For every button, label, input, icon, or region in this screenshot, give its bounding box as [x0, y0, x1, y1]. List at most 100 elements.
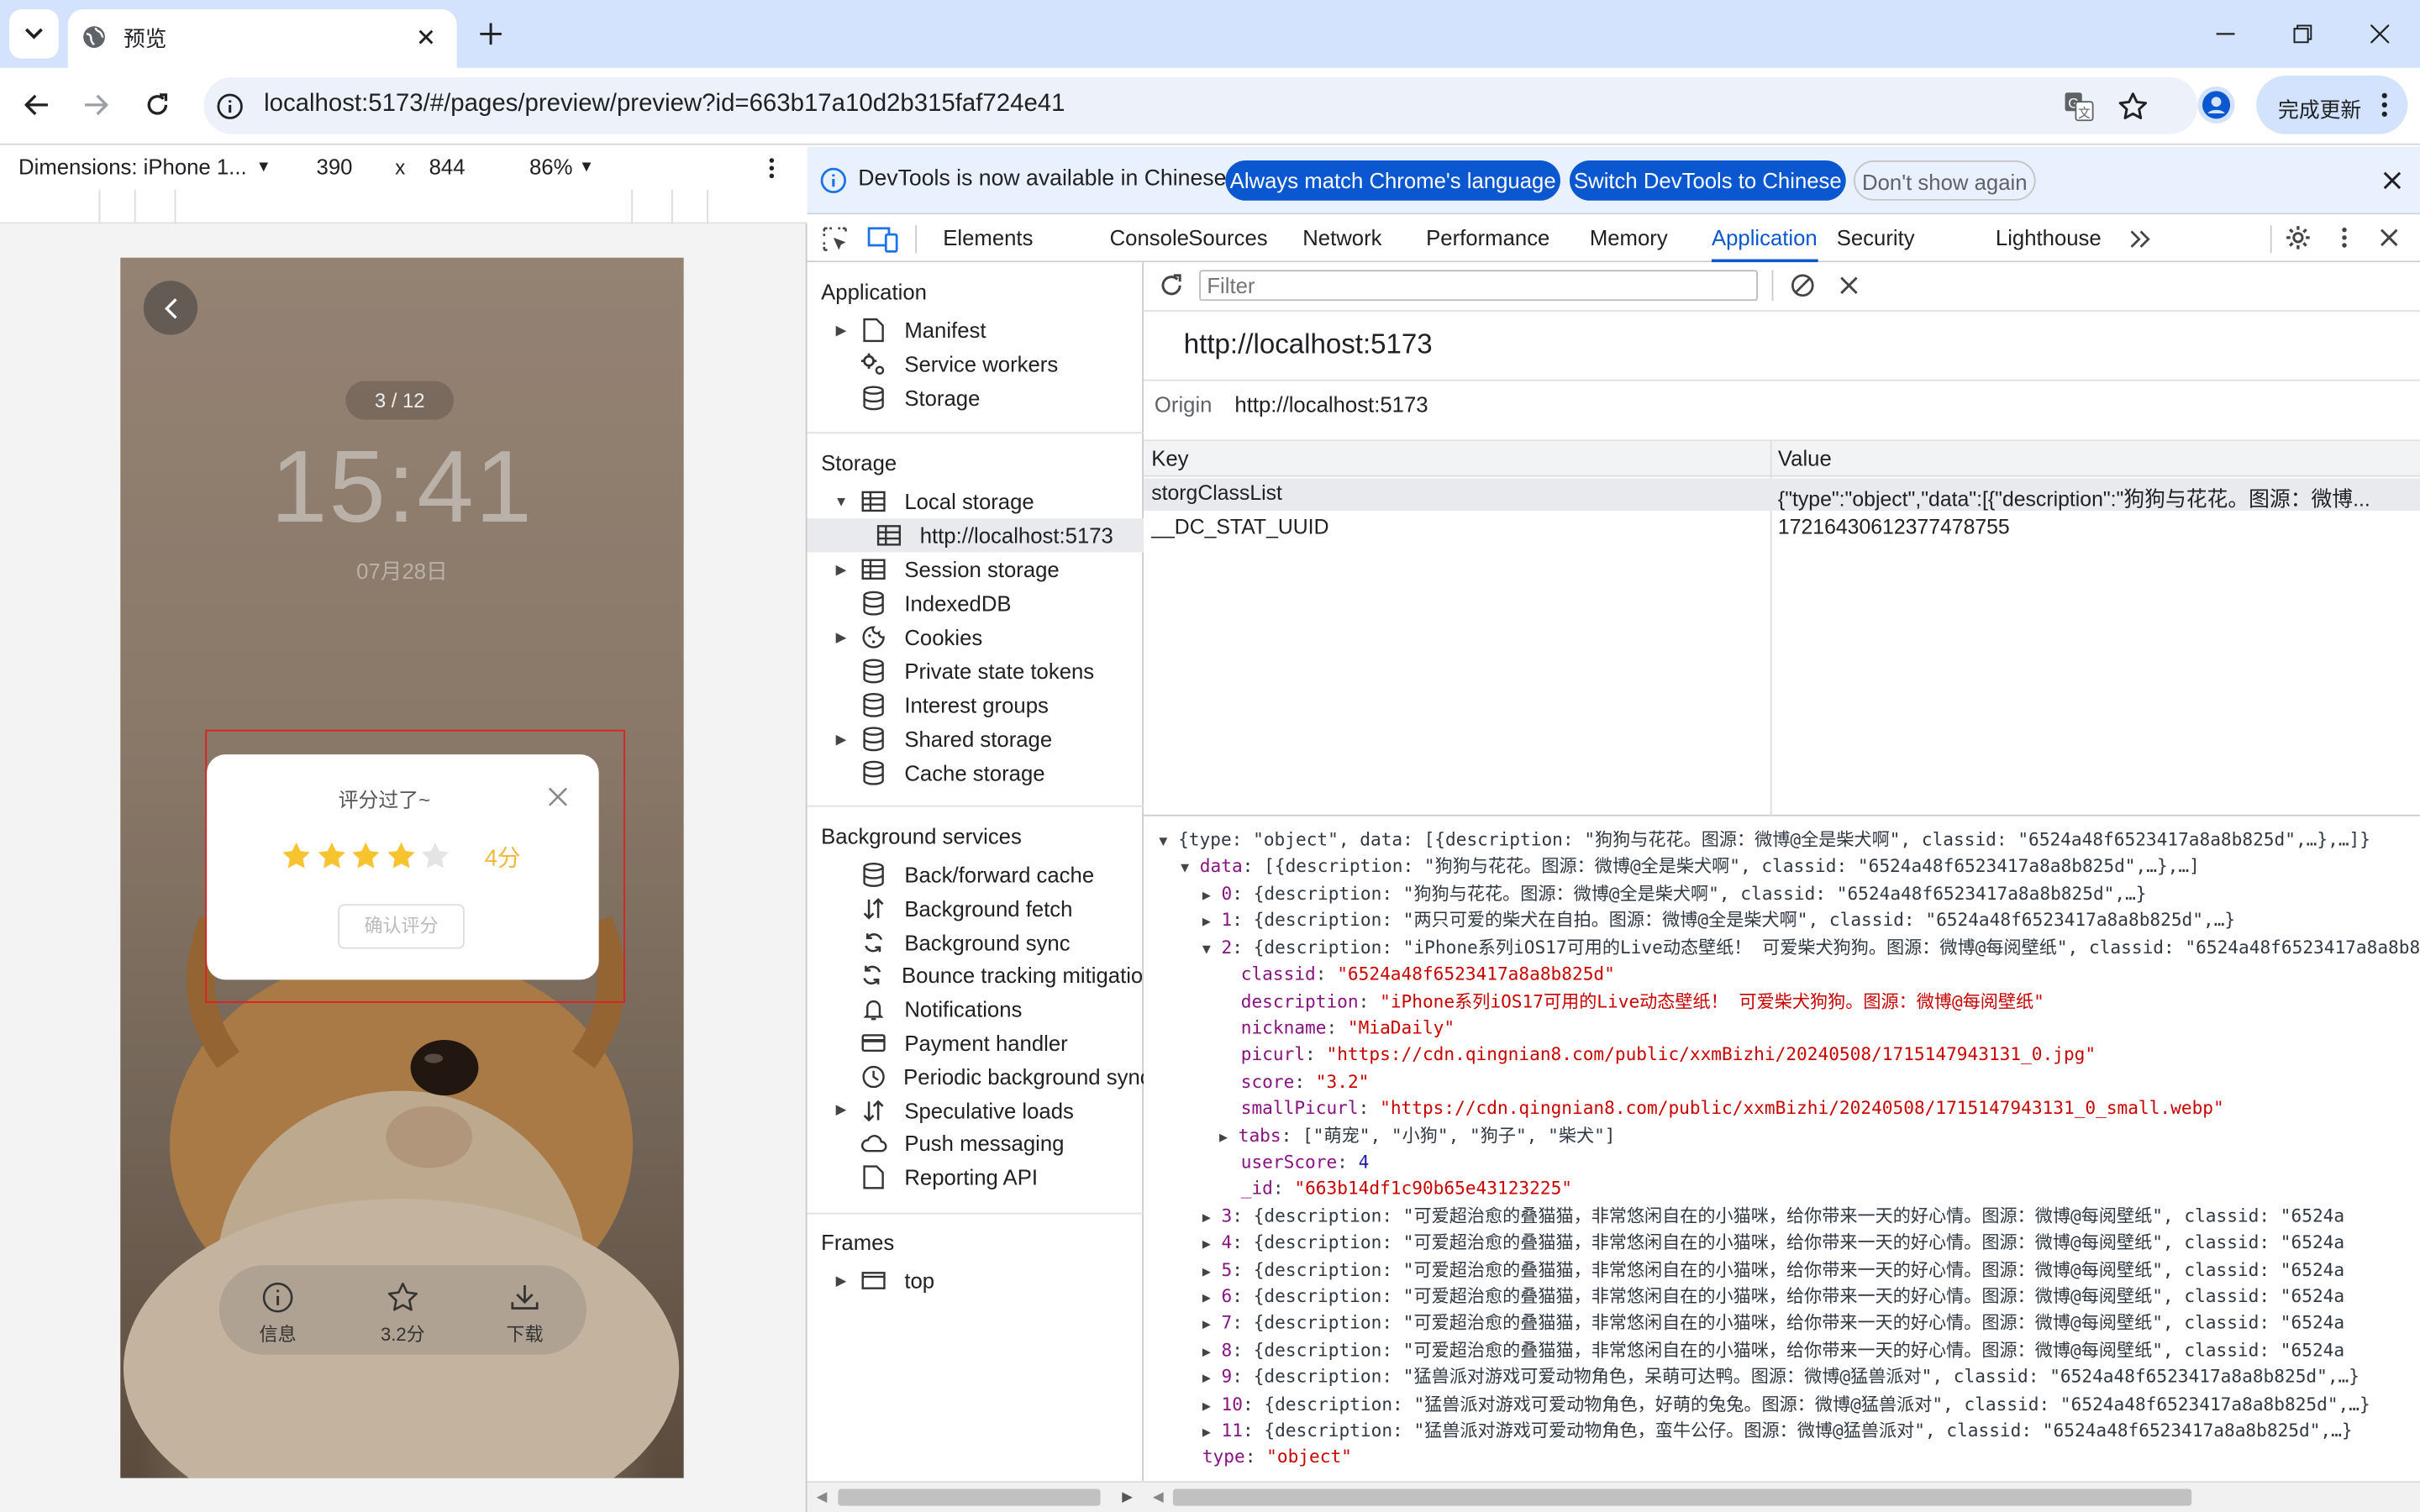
update-button[interactable]: 完成更新 — [2256, 76, 2408, 134]
json-item-line[interactable]: ▶ 0: {description: "狗狗与花花。图源：微博@全是柴犬啊", … — [1202, 881, 2147, 911]
sidebar-item-storage[interactable]: Storage — [856, 381, 1192, 415]
confirm-rating-button[interactable]: 确认评分 — [338, 904, 465, 949]
refresh-icon[interactable] — [1156, 270, 1187, 301]
sidebar-item-bg-7[interactable]: ▶ Speculative loads — [808, 1093, 1144, 1126]
clear-all-icon[interactable] — [1787, 270, 1818, 301]
json-prop-line[interactable]: description: "iPhone系列iOS17可用的Live动态壁纸！ … — [1241, 989, 2044, 1016]
forward-button[interactable] — [77, 87, 114, 123]
json-item-line[interactable]: ▶ 3: {description: "可爱超治愈的叠猫猫，非常悠闲自在的小猫咪… — [1202, 1203, 2344, 1233]
settings-gear-icon[interactable] — [2283, 222, 2314, 253]
sidebar-item-bg-0[interactable]: Back/forward cache — [808, 858, 1144, 891]
expand-arrow-icon[interactable]: ▶ — [826, 322, 857, 339]
sidebar-item-bg-5[interactable]: Payment handler — [808, 1026, 1144, 1059]
expand-arrow-icon[interactable]: ▶ — [826, 731, 857, 748]
json-prop-line[interactable]: type: "object" — [1202, 1445, 1352, 1472]
json-item-line[interactable]: ▶ 5: {description: "可爱超治愈的叠猫猫，非常悠闲自在的小猫咪… — [1202, 1257, 2344, 1287]
more-tabs-icon[interactable] — [2128, 223, 2153, 255]
device-toolbar-toggle-icon[interactable] — [865, 223, 899, 255]
rating-star-icon[interactable] — [281, 841, 312, 872]
phone-back-button[interactable] — [143, 281, 198, 335]
always-match-language-button[interactable]: Always match Chrome's language — [1225, 160, 1560, 201]
expand-arrow-icon[interactable]: ▶ — [826, 628, 857, 645]
json-item-line[interactable]: ▶ 7: {description: "可爱超治愈的叠猫猫，非常悠闲自在的小猫咪… — [1202, 1310, 2344, 1341]
sidebar-item-storage-6[interactable]: Interest groups — [808, 688, 1144, 722]
json-prop-line[interactable]: userScore: 4 — [1241, 1149, 1370, 1176]
bookmark-star-icon[interactable] — [2114, 88, 2151, 125]
sidebar-item-service-workers[interactable]: Service workers — [856, 347, 1192, 381]
filter-input[interactable] — [1199, 270, 1759, 302]
sidebar-item-storage-7[interactable]: ▶ Shared storage — [808, 722, 1144, 756]
table-row[interactable]: __DC_STAT_UUID 17216430612377478755 — [1144, 512, 2420, 545]
rating-star-icon[interactable] — [350, 841, 381, 872]
device-height-input[interactable]: 844 — [429, 155, 466, 179]
close-window-button[interactable] — [2352, 15, 2407, 52]
json-prop-line[interactable]: classid: "6524a48f6523417a8a8b825d" — [1241, 962, 1615, 989]
devtools-menu-icon[interactable] — [2332, 222, 2356, 253]
restore-button[interactable] — [2275, 15, 2330, 52]
column-header-key[interactable]: Key — [1151, 446, 1188, 470]
expand-arrow-icon[interactable]: ▶ — [826, 1102, 857, 1119]
sidebar-item-storage-5[interactable]: Private state tokens — [808, 654, 1144, 688]
table-row[interactable]: storgClassList {"type":"object","data":[… — [1144, 478, 2420, 511]
rating-star-icon[interactable] — [420, 841, 451, 872]
collapse-arrow-icon[interactable]: ▼ — [1181, 861, 1189, 876]
collapse-arrow-icon[interactable]: ▼ — [1159, 835, 1167, 850]
switch-to-chinese-button[interactable]: Switch DevTools to Chinese — [1569, 160, 1846, 201]
expand-arrow-icon[interactable]: ▶ — [826, 561, 857, 578]
close-banner-icon[interactable] — [2378, 166, 2406, 194]
devtools-tab-sources[interactable]: Sources — [1188, 214, 1267, 262]
browser-tab[interactable]: 预览 — [67, 9, 457, 68]
new-tab-button[interactable] — [472, 15, 509, 52]
json-prop-line[interactable]: picurl: "https://cdn.qingnian8.com/publi… — [1241, 1042, 2096, 1069]
download-button[interactable]: 下载 — [494, 1280, 555, 1348]
json-prop-line[interactable]: score: "3.2" — [1241, 1068, 1370, 1095]
sidebar-item-manifest[interactable]: ▶ Manifest — [826, 313, 1162, 347]
json-prop-line[interactable]: nickname: "MiaDaily" — [1241, 1016, 1455, 1042]
json-prop-line[interactable]: smallPicurl: "https://cdn.qingnian8.com/… — [1241, 1095, 2224, 1122]
sidebar-item-storage-0[interactable]: ▼ Local storage — [808, 485, 1144, 518]
translate-icon[interactable]: G文 — [2060, 88, 2097, 125]
json-item-line[interactable]: ▶ 8: {description: "可爱超治愈的叠猫猫，非常悠闲自在的小猫咪… — [1202, 1337, 2344, 1368]
rating-stars[interactable] — [281, 839, 466, 873]
scroll-left-arrow-icon[interactable]: ◀ — [817, 1488, 828, 1505]
json-item-line[interactable]: ▶ 11: {description: "猛兽派对游戏可爱动物角色，蛮牛公仔。图… — [1202, 1418, 2353, 1448]
rating-star-icon[interactable] — [316, 841, 347, 872]
inspect-element-icon[interactable] — [819, 223, 850, 255]
sidebar-item-bg-6[interactable]: Periodic background sync — [808, 1059, 1144, 1093]
info-button[interactable]: 信息 — [247, 1280, 308, 1348]
json-item-line[interactable]: ▶ 9: {description: "猛兽派对游戏可爱动物角色，呆萌可达鸭。图… — [1202, 1364, 2360, 1394]
sidebar-item-storage-2[interactable]: ▶ Session storage — [808, 553, 1144, 586]
site-info-icon[interactable] — [213, 90, 246, 123]
scroll-left-arrow-icon[interactable]: ◀ — [1153, 1488, 1164, 1505]
scrollbar-thumb[interactable] — [1172, 1488, 2192, 1506]
json-item-line[interactable]: ▶ 4: {description: "可爱超治愈的叠猫猫，非常悠闲自在的小猫咪… — [1202, 1230, 2344, 1260]
address-bar[interactable]: localhost:5173/#/pages/preview/preview?i… — [203, 76, 2198, 134]
zoom-select[interactable]: 86% ▼ — [529, 155, 594, 179]
tab-search-button[interactable] — [9, 9, 59, 59]
minimize-button[interactable] — [2198, 15, 2254, 52]
devtools-tab-network[interactable]: Network — [1302, 214, 1381, 262]
device-width-input[interactable]: 390 — [317, 155, 353, 179]
dialog-close-icon[interactable] — [544, 782, 571, 810]
devtools-tab-elements[interactable]: Elements — [943, 214, 1033, 262]
sidebar-item-frame-top[interactable]: ▶ top — [826, 1263, 1162, 1297]
back-button[interactable] — [18, 87, 55, 123]
sidebar-item-storage-1[interactable]: http://localhost:5173 — [807, 518, 1144, 553]
sidebar-item-bg-2[interactable]: Background sync — [808, 925, 1144, 958]
kebab-menu-icon[interactable] — [2374, 90, 2396, 121]
sidebar-item-bg-3[interactable]: Bounce tracking mitigations — [808, 958, 1144, 992]
devtools-tab-performance[interactable]: Performance — [1426, 214, 1549, 262]
dont-show-again-button[interactable]: Don't show again — [1853, 160, 2036, 201]
devtools-tab-security[interactable]: Security — [1837, 214, 1915, 262]
device-dimensions-select[interactable]: Dimensions: iPhone 1... ▼ — [18, 155, 271, 179]
column-header-value[interactable]: Value — [1778, 446, 1832, 470]
sidebar-item-storage-8[interactable]: Cache storage — [808, 756, 1144, 790]
json-item-line[interactable]: ▶ 10: {description: "猛兽派对游戏可爱动物角色，好萌的兔兔。… — [1202, 1391, 2370, 1421]
rating-star-icon[interactable] — [385, 841, 416, 872]
sidebar-item-storage-4[interactable]: ▶ Cookies — [808, 620, 1144, 654]
sidebar-item-bg-4[interactable]: Notifications — [808, 992, 1144, 1026]
json-data-line[interactable]: ▼ data: [{description: "狗狗与花花。图源：微博@全是柴犬… — [1181, 853, 2200, 884]
collapse-arrow-icon[interactable]: ▼ — [826, 494, 857, 509]
sidebar-item-bg-1[interactable]: Background fetch — [808, 891, 1144, 925]
json-prop-line[interactable]: ▶ tabs: ["萌宠", "小狗", "狗子", "柴犬"] — [1219, 1122, 1615, 1152]
